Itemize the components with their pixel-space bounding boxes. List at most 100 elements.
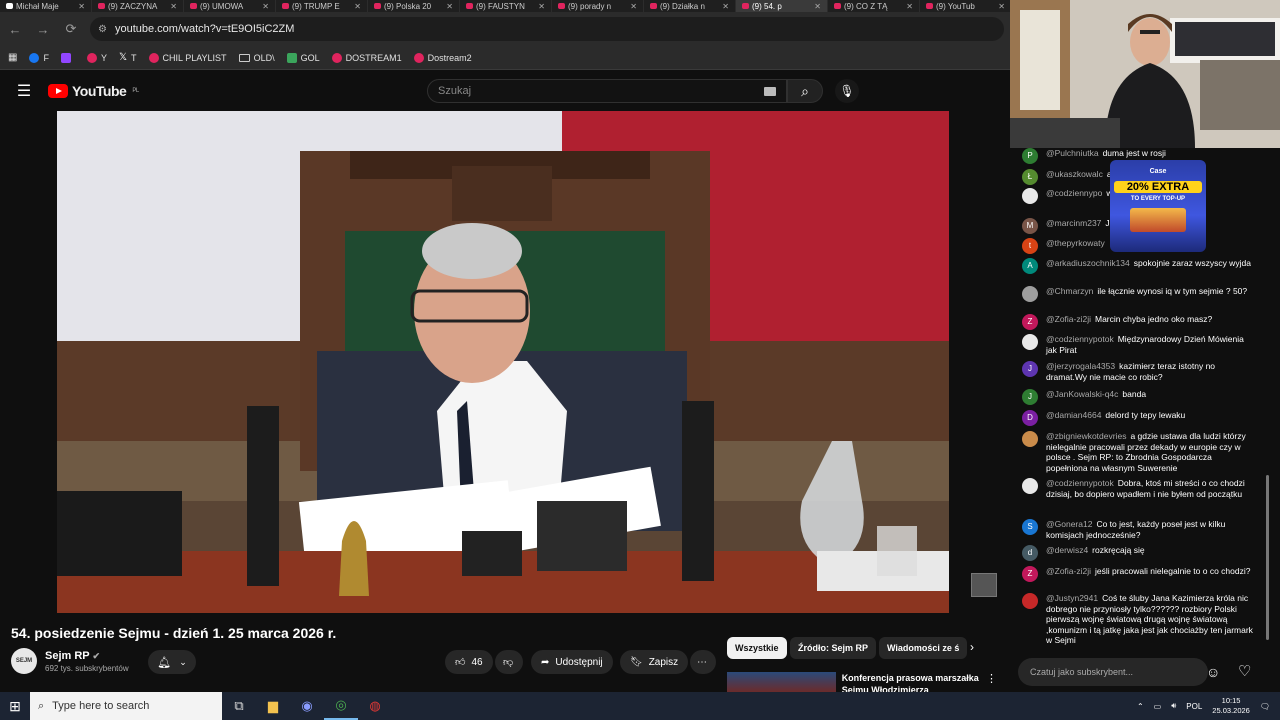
chat-avatar[interactable] — [1022, 431, 1038, 447]
search-input[interactable]: Szukaj — [427, 79, 787, 103]
share-button[interactable]: ➦ Udostępnij — [531, 650, 613, 674]
file-explorer-icon[interactable]: ▆ — [256, 692, 290, 720]
chat-author[interactable]: @Justyn2941 — [1046, 593, 1098, 603]
more-vertical-icon[interactable]: ⋮ — [986, 672, 997, 692]
address-bar[interactable]: ⚙ youtube.com/watch?v=tE9OI5iC2ZM — [90, 17, 1004, 41]
filter-chip[interactable]: Wiadomości ze ś — [879, 637, 968, 659]
tab-close-icon[interactable]: ✕ — [354, 2, 361, 11]
bookmark-item[interactable]: GOL — [286, 52, 320, 63]
filter-chip[interactable]: Źródło: Sejm RP — [790, 637, 877, 659]
chat-avatar[interactable]: D — [1022, 410, 1038, 426]
chat-author[interactable]: @Zofia-zi2ji — [1046, 314, 1091, 324]
chat-author[interactable]: @codziennypo — [1046, 188, 1102, 198]
like-button[interactable]: 👍︎ 46 — [445, 650, 493, 674]
chat-avatar[interactable] — [1022, 286, 1038, 302]
tab-close-icon[interactable]: ✕ — [446, 2, 453, 11]
browser-tab[interactable]: (9) Polska 20 ✕ — [368, 0, 460, 12]
obs-icon[interactable]: ◍ — [358, 692, 392, 720]
chat-avatar[interactable] — [1022, 334, 1038, 350]
bookmark-item[interactable]: Y — [86, 52, 107, 63]
more-actions-button[interactable]: ⋯ — [690, 650, 716, 674]
notifications-icon[interactable]: 🗨︎ — [1260, 702, 1270, 711]
chat-avatar[interactable] — [1022, 593, 1038, 609]
channel-name[interactable]: Sejm RP ✔ — [45, 650, 129, 662]
browser-tab[interactable]: (9) 54. p ✕ — [736, 0, 828, 12]
browser-tab[interactable]: (9) CO Z TĄ ✕ — [828, 0, 920, 12]
apps-grid-icon[interactable]: ▦ — [8, 52, 17, 63]
browser-tab[interactable]: (9) FAUSTYN ✕ — [460, 0, 552, 12]
ad-overlay[interactable]: Case 20% EXTRA TO EVERY TOP-UP — [1110, 160, 1206, 252]
language-indicator[interactable]: POL — [1186, 702, 1202, 711]
network-icon[interactable]: ▭ — [1154, 702, 1162, 711]
heart-icon[interactable]: ♡ — [1238, 662, 1251, 680]
chat-avatar[interactable]: t — [1022, 238, 1038, 254]
chat-author[interactable]: @marcinm237 — [1046, 218, 1101, 228]
chat-author[interactable]: @thepyrkowaty — [1046, 238, 1105, 248]
chat-input[interactable]: Czatuj jako subskrybent... — [1018, 658, 1208, 686]
task-view-icon[interactable]: ⧉ — [222, 692, 256, 720]
chat-author[interactable]: @jerzyrogala4353 — [1046, 361, 1115, 371]
chat-author[interactable]: @Gonera12 — [1046, 519, 1092, 529]
bookmark-item[interactable]: F — [29, 52, 49, 63]
browser-tab[interactable]: (9) porady n ✕ — [552, 0, 644, 12]
chat-author[interactable]: @codziennypotok — [1046, 478, 1114, 488]
bookmark-item[interactable]: CHIL PLAYLIST — [148, 52, 227, 63]
chat-avatar[interactable]: M — [1022, 218, 1038, 234]
tray-chevron-up-icon[interactable]: ⌃ — [1137, 702, 1144, 711]
chat-author[interactable]: @zbigniewkotdevries — [1046, 431, 1126, 441]
bookmark-item[interactable]: 𝕏T — [119, 52, 137, 63]
chat-avatar[interactable] — [1022, 478, 1038, 494]
browser-tab[interactable]: (9) TRUMP E ✕ — [276, 0, 368, 12]
tab-close-icon[interactable]: ✕ — [78, 2, 85, 11]
reload-icon[interactable]: ⟳ — [62, 20, 80, 38]
chat-author[interactable]: @damian4664 — [1046, 410, 1101, 420]
chat-avatar[interactable]: A — [1022, 258, 1038, 274]
chat-avatar[interactable]: P — [1022, 148, 1038, 164]
chat-avatar[interactable]: Z — [1022, 566, 1038, 582]
hamburger-menu-icon[interactable]: ☰ — [0, 81, 48, 101]
chat-avatar[interactable]: Ł — [1022, 169, 1038, 185]
chat-avatar[interactable]: S — [1022, 519, 1038, 535]
bookmark-item[interactable]: OLD\ — [238, 53, 275, 63]
chat-author[interactable]: @ukaszkowalc — [1046, 169, 1103, 179]
bookmark-item[interactable]: Dostream2 — [413, 52, 472, 63]
tab-close-icon[interactable]: ✕ — [906, 2, 913, 11]
dislike-button[interactable]: 👎︎ — [495, 650, 523, 674]
chat-author[interactable]: @Chmarzyn — [1046, 286, 1093, 296]
back-icon[interactable]: ← — [6, 20, 24, 38]
chat-avatar[interactable] — [1022, 188, 1038, 204]
filter-chip[interactable]: Wszystkie — [727, 637, 787, 659]
video-player[interactable] — [57, 111, 949, 613]
search-button[interactable]: ⌕ — [787, 79, 823, 103]
clock[interactable]: 10:15 25.03.2026 — [1212, 696, 1250, 716]
emoji-icon[interactable]: ☺ — [1206, 664, 1220, 680]
discord-icon[interactable]: ◉ — [290, 692, 324, 720]
recommended-video[interactable]: Konferencja prasowa marszałka Sejmu Włod… — [727, 672, 997, 692]
browser-tab[interactable]: Michał Maje ✕ — [0, 0, 92, 12]
chat-author[interactable]: @arkadiuszochnik134 — [1046, 258, 1130, 268]
chat-avatar[interactable]: J — [1022, 389, 1038, 405]
chat-avatar[interactable]: J — [1022, 361, 1038, 377]
youtube-logo[interactable]: YouTube PL — [48, 83, 139, 99]
keyboard-icon[interactable] — [764, 87, 776, 96]
chrome-icon[interactable]: ◎ — [324, 692, 358, 720]
tab-close-icon[interactable]: ✕ — [262, 2, 269, 11]
chat-avatar[interactable]: d — [1022, 545, 1038, 561]
chat-author[interactable]: @JanKowalski-q4c — [1046, 389, 1118, 399]
browser-tab[interactable]: (9) ZACZYNA ✕ — [92, 0, 184, 12]
tab-close-icon[interactable]: ✕ — [814, 2, 821, 11]
chat-author[interactable]: @derwisz4 — [1046, 545, 1088, 555]
tab-close-icon[interactable]: ✕ — [630, 2, 637, 11]
tab-close-icon[interactable]: ✕ — [998, 2, 1005, 11]
browser-tab[interactable]: (9) Działka n ✕ — [644, 0, 736, 12]
tab-close-icon[interactable]: ✕ — [170, 2, 177, 11]
miniplayer-control[interactable] — [971, 573, 997, 597]
bookmark-item[interactable]: DOSTREAM1 — [331, 52, 402, 63]
browser-tab[interactable]: (9) YouTub ✕ — [920, 0, 1010, 12]
chevron-right-icon[interactable]: › — [970, 640, 974, 654]
tab-close-icon[interactable]: ✕ — [722, 2, 729, 11]
bookmark-item[interactable] — [60, 52, 75, 63]
taskbar-search[interactable]: ⌕ Type here to search — [30, 692, 222, 720]
chat-author[interactable]: @codziennypotok — [1046, 334, 1114, 344]
subscription-bell-button[interactable]: 🔔︎ ⌄ — [148, 650, 196, 674]
